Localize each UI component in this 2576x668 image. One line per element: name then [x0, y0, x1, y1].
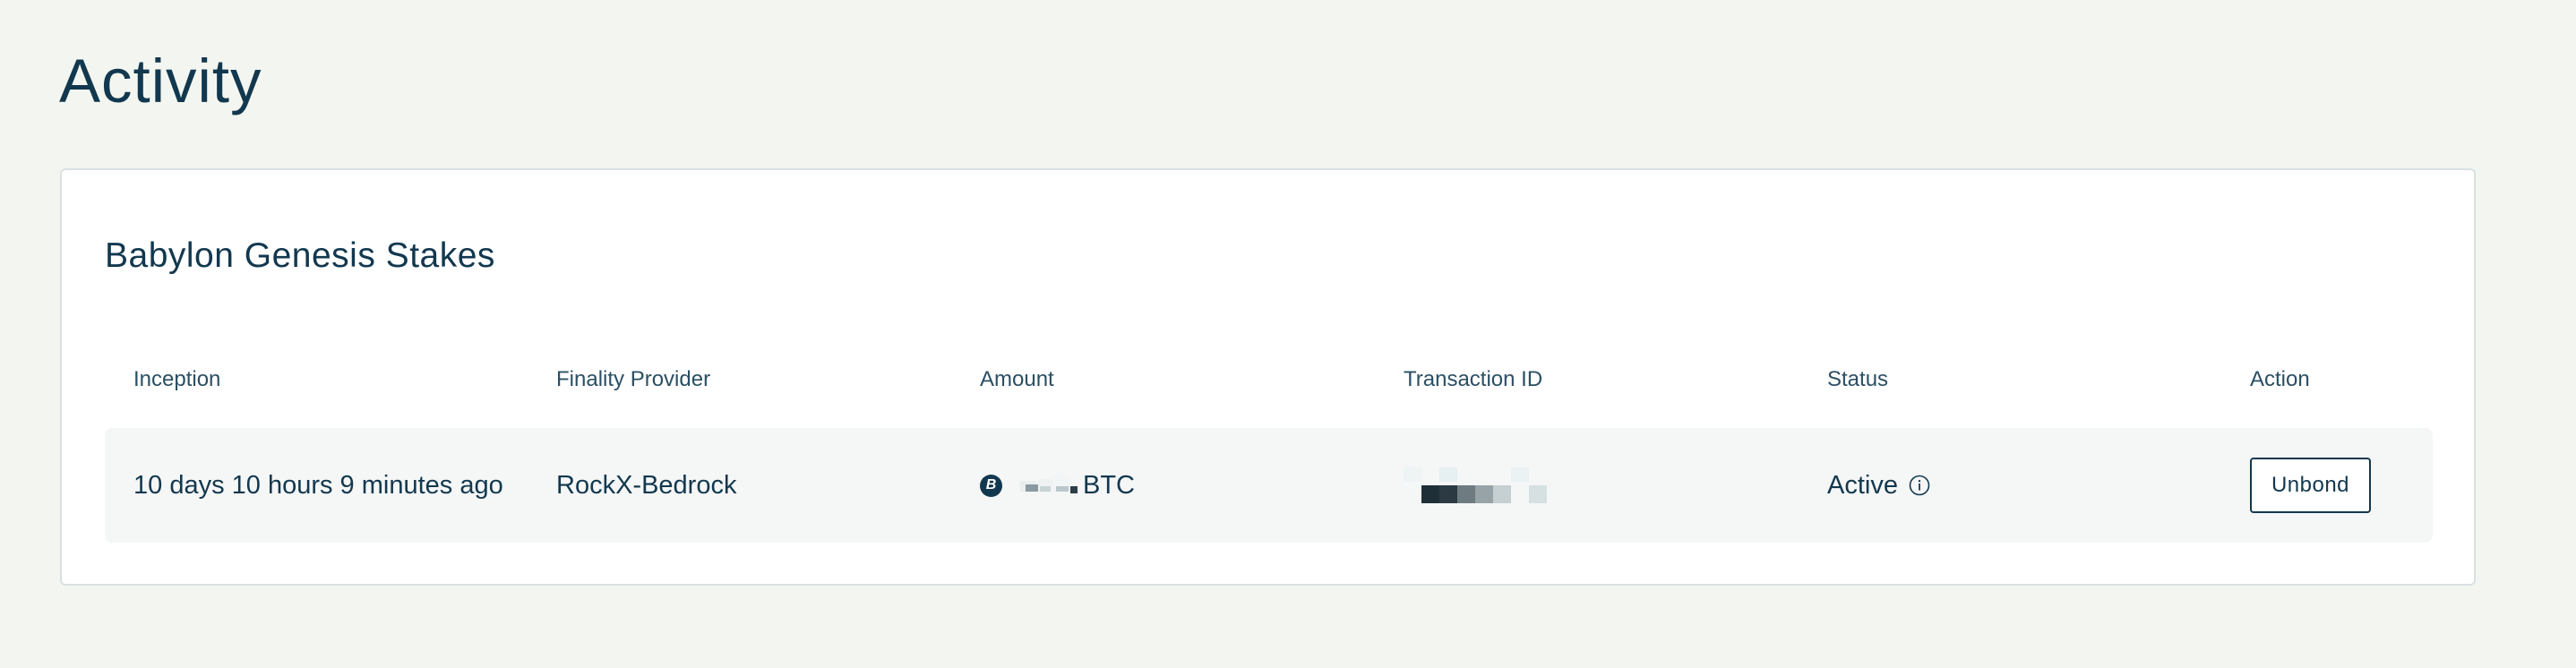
unbond-button[interactable]: Unbond — [2250, 458, 2371, 513]
table-row: 10 days 10 hours 9 minutes ago RockX-Bed… — [105, 428, 2433, 543]
finality-provider-cell: RockX-Bedrock — [556, 470, 737, 500]
column-header-finality-provider: Finality Provider — [556, 367, 711, 391]
inception-cell: 10 days 10 hours 9 minutes ago — [133, 470, 503, 500]
column-header-inception: Inception — [133, 367, 221, 391]
status-cell: Active — [1827, 428, 1930, 543]
action-cell: Unbond — [2250, 428, 2371, 543]
column-header-amount: Amount — [980, 367, 1054, 391]
status-label: Active — [1827, 470, 1898, 500]
amount-value-redacted — [1017, 474, 1079, 497]
column-header-transaction-id: Transaction ID — [1404, 367, 1543, 391]
column-header-action: Action — [2250, 367, 2310, 391]
transaction-id-cell[interactable] — [1404, 428, 1547, 543]
stakes-table: Inception Finality Provider Amount Trans… — [105, 369, 2433, 543]
stakes-card-title: Babylon Genesis Stakes — [105, 236, 495, 275]
amount-cell: B BTC — [980, 428, 1135, 543]
table-header: Inception Finality Provider Amount Trans… — [105, 369, 2433, 432]
bitcoin-icon: B — [980, 474, 1002, 497]
column-header-status: Status — [1827, 367, 1889, 391]
info-circle-icon[interactable] — [1909, 475, 1930, 496]
page-title: Activity — [59, 47, 262, 116]
transaction-id-redacted — [1404, 467, 1547, 503]
amount-unit: BTC — [1083, 470, 1135, 500]
stakes-card: Babylon Genesis Stakes Inception Finalit… — [60, 168, 2476, 586]
